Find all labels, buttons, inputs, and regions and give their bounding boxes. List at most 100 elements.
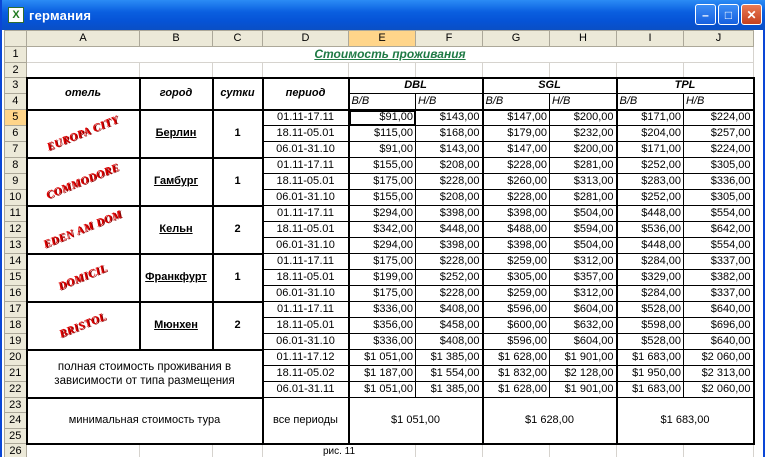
row-header[interactable]: 6 (4, 125, 27, 142)
spreadsheet[interactable]: A B C D E F G H I J 1 Стоимость проживания 2 3 отель го… (4, 30, 763, 457)
row-header[interactable]: 4 (4, 93, 27, 110)
price-cell[interactable]: $504,00 (549, 237, 618, 254)
price-cell[interactable]: $257,00 (683, 125, 755, 142)
cell[interactable] (26, 443, 140, 457)
period-cell[interactable]: 01.11-17.11 (262, 301, 350, 318)
row-header[interactable]: 16 (4, 285, 27, 302)
column-header-h[interactable]: H (549, 30, 617, 47)
row-header[interactable]: 10 (4, 189, 27, 206)
nights-count[interactable]: 2 (212, 205, 264, 255)
hotel-name-cell[interactable]: EUROPA CITY (25, 109, 141, 159)
column-header-e[interactable]: E (348, 30, 416, 47)
price-cell[interactable]: $604,00 (549, 333, 618, 350)
price-cell[interactable]: $147,00 (482, 109, 550, 126)
period-cell[interactable]: 18.11-05.01 (262, 221, 350, 238)
total-price-cell[interactable]: $2 060,00 (683, 381, 755, 398)
cell[interactable] (482, 62, 550, 78)
row-header[interactable]: 18 (4, 317, 27, 334)
title-bar[interactable]: X германия – □ ✕ (2, 0, 765, 30)
cell[interactable] (683, 443, 754, 457)
column-header-f[interactable]: F (415, 30, 483, 47)
price-cell[interactable]: $448,00 (616, 205, 684, 222)
header-dbl-bb[interactable]: B/B (348, 93, 416, 111)
column-header-d[interactable]: D (262, 30, 349, 47)
close-button[interactable]: ✕ (741, 4, 762, 25)
column-header-b[interactable]: B (139, 30, 213, 47)
price-cell[interactable]: $175,00 (348, 253, 416, 270)
price-cell[interactable]: $640,00 (683, 301, 755, 318)
price-cell[interactable]: $336,00 (683, 173, 755, 190)
price-cell[interactable]: $342,00 (348, 221, 416, 238)
period-cell[interactable]: 01.11-17.11 (262, 205, 350, 222)
cell[interactable] (415, 62, 483, 78)
price-cell[interactable]: $91,00 (348, 141, 416, 158)
header-city[interactable]: город (139, 76, 214, 111)
period-cell[interactable]: 06.01-31.10 (262, 285, 350, 302)
price-cell[interactable]: $228,00 (415, 253, 484, 270)
row-header[interactable]: 8 (4, 157, 27, 174)
header-dbl-hb[interactable]: H/B (415, 93, 484, 111)
row-header[interactable]: 24 (4, 412, 27, 429)
price-cell[interactable]: $143,00 (415, 109, 484, 126)
total-price-cell[interactable]: $1 950,00 (616, 365, 684, 382)
total-price-cell[interactable]: $1 051,00 (348, 381, 416, 398)
cell[interactable] (139, 443, 213, 457)
price-cell[interactable]: $143,00 (415, 141, 484, 158)
price-cell[interactable]: $640,00 (683, 333, 755, 350)
price-cell[interactable]: $632,00 (549, 317, 618, 334)
price-cell[interactable]: $232,00 (549, 125, 618, 142)
price-cell[interactable]: $398,00 (415, 205, 484, 222)
price-cell[interactable]: $252,00 (616, 189, 684, 206)
price-cell[interactable]: $259,00 (482, 253, 550, 270)
period-cell[interactable]: 18.11-05.01 (262, 125, 350, 142)
cell[interactable] (616, 443, 684, 457)
price-cell[interactable]: $398,00 (415, 237, 484, 254)
column-header-a[interactable]: A (26, 30, 140, 47)
cell[interactable] (212, 443, 263, 457)
price-cell[interactable]: $199,00 (348, 269, 416, 286)
row-header[interactable]: 14 (4, 253, 27, 270)
nights-count[interactable]: 1 (212, 157, 264, 207)
maximize-button[interactable]: □ (718, 4, 739, 25)
hotel-name-cell[interactable]: EDEN AM DOM (25, 205, 141, 255)
header-sgl[interactable]: SGL (482, 76, 618, 94)
price-cell[interactable]: $596,00 (482, 333, 550, 350)
price-cell[interactable]: $252,00 (415, 269, 484, 286)
nights-count[interactable]: 2 (212, 301, 264, 351)
row-header[interactable]: 5 (4, 109, 27, 126)
price-cell[interactable]: $594,00 (549, 221, 618, 238)
total-label[interactable]: полная стоимость проживания в зависимост… (25, 349, 264, 399)
price-cell[interactable]: $312,00 (549, 253, 618, 270)
hotel-name-cell[interactable]: BRISTOL (25, 301, 141, 351)
price-cell[interactable]: $171,00 (616, 109, 684, 126)
sheet-title[interactable]: Стоимость проживания (26, 46, 754, 63)
city-name[interactable]: Мюнхен (139, 301, 214, 351)
total-price-cell[interactable]: $1 187,00 (348, 365, 416, 382)
total-price-cell[interactable]: $1 683,00 (616, 381, 684, 398)
column-header-g[interactable]: G (482, 30, 550, 47)
price-cell[interactable]: $356,00 (348, 317, 416, 334)
period-cell[interactable]: 06.01-31.10 (262, 237, 350, 254)
nights-count[interactable]: 1 (212, 109, 264, 159)
row-header[interactable]: 26 (4, 443, 27, 457)
price-cell[interactable]: $168,00 (415, 125, 484, 142)
figure-caption[interactable]: рис. 11 (262, 443, 416, 457)
price-cell[interactable]: $536,00 (616, 221, 684, 238)
price-cell[interactable]: $224,00 (683, 109, 755, 126)
total-price-cell[interactable]: $1 385,00 (415, 381, 484, 398)
price-cell[interactable]: $696,00 (683, 317, 755, 334)
price-cell[interactable]: $208,00 (415, 189, 484, 206)
price-cell[interactable]: $281,00 (549, 157, 618, 174)
price-cell[interactable]: $642,00 (683, 221, 755, 238)
price-cell[interactable]: $600,00 (482, 317, 550, 334)
cell[interactable] (549, 62, 617, 78)
cell[interactable] (26, 62, 140, 78)
row-header[interactable]: 2 (4, 62, 27, 78)
price-cell[interactable]: $155,00 (348, 157, 416, 174)
row-header[interactable]: 20 (4, 349, 27, 366)
price-cell[interactable]: $204,00 (616, 125, 684, 142)
cell[interactable] (348, 62, 416, 78)
price-cell[interactable]: $252,00 (616, 157, 684, 174)
price-cell[interactable]: $228,00 (415, 285, 484, 302)
sheet-grid[interactable]: A B C D E F G H I J 1 Стоимость проживания 2 3 отель го… (4, 30, 755, 457)
